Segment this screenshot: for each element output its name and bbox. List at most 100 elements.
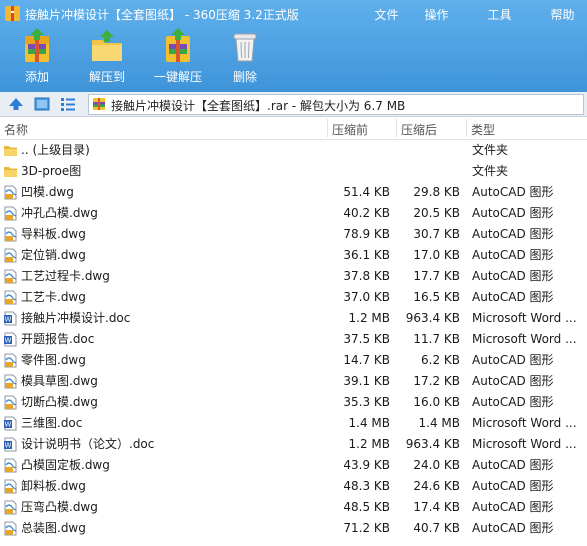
word-doc-icon: W bbox=[3, 332, 18, 347]
menu-operations[interactable]: 操作 bbox=[412, 4, 461, 25]
app-window: 接触片冲模设计【全套图纸】 - 360压缩 3.2正式版 文件 操作 工具 帮助… bbox=[0, 0, 587, 546]
add-archive-icon bbox=[25, 28, 49, 62]
packed-size: 14.7 KB bbox=[343, 353, 390, 367]
file-type: AutoCAD 图形 bbox=[472, 206, 554, 220]
one-click-extract-button[interactable]: 一键解压 bbox=[148, 28, 208, 88]
packed-size: 71.2 KB bbox=[343, 521, 390, 535]
file-row[interactable]: 导料板.dwg 78.9 KB 30.7 KB AutoCAD 图形 bbox=[0, 224, 587, 245]
packed-size: 48.3 KB bbox=[343, 479, 390, 493]
compressed-size: 6.2 KB bbox=[421, 353, 460, 367]
autocad-dwg-icon bbox=[3, 479, 18, 494]
column-packed-header[interactable]: 压缩前 bbox=[328, 121, 368, 138]
extract-folder-icon bbox=[92, 30, 122, 61]
compressed-size: 17.7 KB bbox=[413, 269, 460, 283]
delete-button[interactable]: 删除 bbox=[220, 28, 270, 88]
file-row[interactable]: 凸模固定板.dwg 43.9 KB 24.0 KB AutoCAD 图形 bbox=[0, 455, 587, 476]
compressed-size: 963.4 KB bbox=[405, 437, 460, 451]
add-button[interactable]: 添加 bbox=[8, 28, 66, 88]
column-compressed-header[interactable]: 压缩后 bbox=[397, 121, 437, 138]
autocad-dwg-icon bbox=[3, 269, 18, 284]
one-click-extract-icon bbox=[166, 28, 190, 62]
file-row[interactable]: W 接触片冲模设计.doc 1.2 MB 963.4 KB Microsoft Word… bbox=[0, 308, 587, 329]
file-row[interactable]: 凹模.dwg 51.4 KB 29.8 KB AutoCAD 图形 bbox=[0, 182, 587, 203]
file-row[interactable]: 工艺卡.dwg 37.0 KB 16.5 KB AutoCAD 图形 bbox=[0, 287, 587, 308]
file-name: 凹模.dwg bbox=[21, 185, 74, 199]
file-type: Microsoft Word ... bbox=[472, 416, 577, 430]
menu-file[interactable]: 文件 bbox=[362, 4, 411, 25]
word-doc-icon: W bbox=[3, 311, 18, 326]
file-name: 3D-proe图 bbox=[21, 164, 82, 178]
window-title: 接触片冲模设计【全套图纸】 - 360压缩 3.2正式版 bbox=[25, 8, 299, 22]
file-name: 工艺卡.dwg bbox=[21, 290, 86, 304]
autocad-dwg-icon bbox=[3, 185, 18, 200]
menu-tools[interactable]: 工具 bbox=[475, 4, 524, 25]
compressed-size: 1.4 MB bbox=[418, 416, 460, 430]
extract-to-button[interactable]: 解压到 bbox=[76, 28, 138, 88]
file-list: .. (上级目录) 文件夹 3D-proe图 文件夹凹模.dwg 51.4 KB 29.8… bbox=[0, 140, 587, 539]
compressed-size: 20.5 KB bbox=[413, 206, 460, 220]
compressed-size: 24.6 KB bbox=[413, 479, 460, 493]
menu-bar: 文件 操作 工具 帮助 bbox=[362, 4, 587, 25]
file-name: 接触片冲模设计.doc bbox=[21, 311, 131, 325]
file-row[interactable]: 定位销.dwg 36.1 KB 17.0 KB AutoCAD 图形 bbox=[0, 245, 587, 266]
file-row[interactable]: W 设计说明书（论文）.doc 1.2 MB 963.4 KB Microsoft Wo… bbox=[0, 434, 587, 455]
autocad-dwg-icon bbox=[3, 521, 18, 536]
file-row[interactable]: W 开题报告.doc 37.5 KB 11.7 KB Microsoft Word ..… bbox=[0, 329, 587, 350]
file-type: Microsoft Word ... bbox=[472, 437, 577, 451]
file-name: 压弯凸模.dwg bbox=[21, 500, 98, 514]
file-row[interactable]: 工艺过程卡.dwg 37.8 KB 17.7 KB AutoCAD 图形 bbox=[0, 266, 587, 287]
packed-size: 43.9 KB bbox=[343, 458, 390, 472]
column-name-header[interactable]: 名称 bbox=[0, 121, 28, 138]
packed-size: 78.9 KB bbox=[343, 227, 390, 241]
file-row[interactable]: 模具草图.dwg 39.1 KB 17.2 KB AutoCAD 图形 bbox=[0, 371, 587, 392]
file-row[interactable]: .. (上级目录) 文件夹 bbox=[0, 140, 587, 161]
packed-size: 37.5 KB bbox=[343, 332, 390, 346]
file-name: 模具草图.dwg bbox=[21, 374, 98, 388]
compressed-size: 963.4 KB bbox=[405, 311, 460, 325]
file-name: 凸模固定板.dwg bbox=[21, 458, 110, 472]
file-row[interactable]: 冲孔凸模.dwg 40.2 KB 20.5 KB AutoCAD 图形 bbox=[0, 203, 587, 224]
file-name: 三维图.doc bbox=[21, 416, 83, 430]
file-type: AutoCAD 图形 bbox=[472, 227, 554, 241]
autocad-dwg-icon bbox=[3, 353, 18, 368]
file-row[interactable]: 切断凸模.dwg 35.3 KB 16.0 KB AutoCAD 图形 bbox=[0, 392, 587, 413]
file-row[interactable]: 总装图.dwg 71.2 KB 40.7 KB AutoCAD 图形 bbox=[0, 518, 587, 539]
file-type: Microsoft Word ... bbox=[472, 332, 577, 346]
autocad-dwg-icon bbox=[3, 206, 18, 221]
svg-text:W: W bbox=[5, 442, 12, 450]
column-type-header[interactable]: 类型 bbox=[467, 121, 495, 138]
packed-size: 39.1 KB bbox=[343, 374, 390, 388]
file-row[interactable]: 压弯凸模.dwg 48.5 KB 17.4 KB AutoCAD 图形 bbox=[0, 497, 587, 518]
one-click-extract-label: 一键解压 bbox=[153, 70, 202, 84]
path-field[interactable]: 接触片冲模设计【全套图纸】.rar - 解包大小为 6.7 MB bbox=[88, 94, 584, 115]
up-arrow-icon[interactable] bbox=[8, 96, 24, 112]
compressed-size: 29.8 KB bbox=[413, 185, 460, 199]
file-name: .. (上级目录) bbox=[21, 143, 90, 157]
file-name: 开题报告.doc bbox=[21, 332, 95, 346]
file-type: AutoCAD 图形 bbox=[472, 290, 554, 304]
file-row[interactable]: 零件图.dwg 14.7 KB 6.2 KB AutoCAD 图形 bbox=[0, 350, 587, 371]
compressed-size: 16.0 KB bbox=[413, 395, 460, 409]
packed-size: 1.2 MB bbox=[348, 311, 390, 325]
packed-size: 37.0 KB bbox=[343, 290, 390, 304]
thumbnail-view-icon[interactable] bbox=[34, 96, 50, 112]
archive-icon bbox=[93, 98, 105, 110]
file-name: 总装图.dwg bbox=[21, 521, 86, 535]
toolbar: 添加 解压到 一键解压 删除 bbox=[0, 28, 587, 88]
app-logo-icon bbox=[5, 6, 20, 21]
compressed-size: 24.0 KB bbox=[413, 458, 460, 472]
file-row[interactable]: 3D-proe图 文件夹 bbox=[0, 161, 587, 182]
title-bar: 接触片冲模设计【全套图纸】 - 360压缩 3.2正式版 文件 操作 工具 帮助 bbox=[0, 0, 587, 28]
compressed-size: 17.0 KB bbox=[413, 248, 460, 262]
packed-size: 40.2 KB bbox=[343, 206, 390, 220]
file-row[interactable]: W 三维图.doc 1.4 MB 1.4 MB Microsoft Word ... bbox=[0, 413, 587, 434]
packed-size: 51.4 KB bbox=[343, 185, 390, 199]
file-type: AutoCAD 图形 bbox=[472, 458, 554, 472]
packed-size: 1.2 MB bbox=[348, 437, 390, 451]
file-name: 设计说明书（论文）.doc bbox=[21, 437, 155, 451]
file-row[interactable]: 卸料板.dwg 48.3 KB 24.6 KB AutoCAD 图形 bbox=[0, 476, 587, 497]
packed-size: 37.8 KB bbox=[343, 269, 390, 283]
delete-label: 删除 bbox=[232, 70, 257, 84]
list-view-icon[interactable] bbox=[60, 96, 76, 112]
menu-help[interactable]: 帮助 bbox=[538, 4, 587, 25]
